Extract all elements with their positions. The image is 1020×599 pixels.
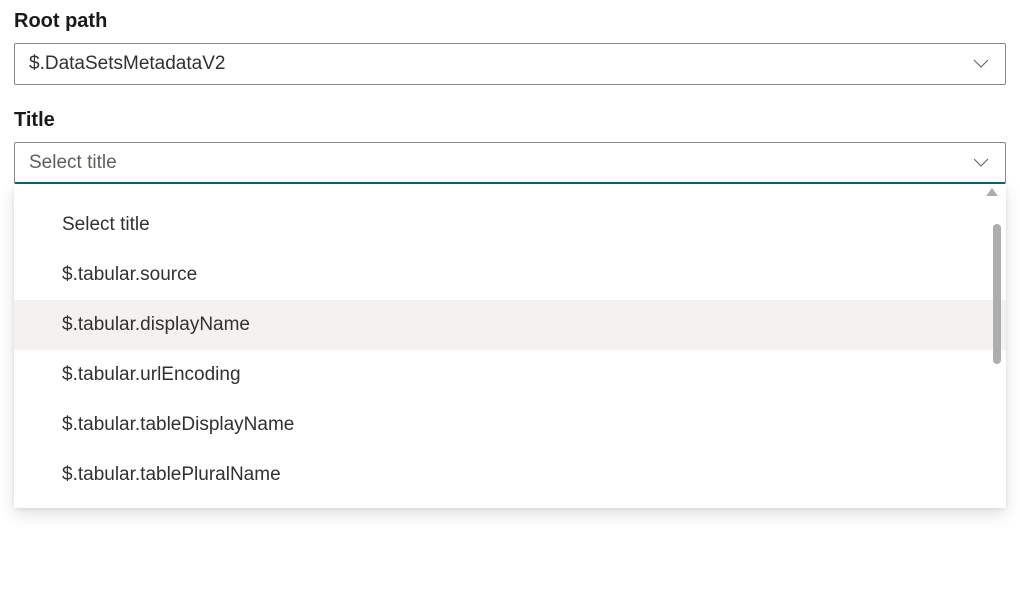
root-path-label: Root path	[14, 10, 1006, 33]
root-path-field: Root path $.DataSetsMetadataV2	[14, 10, 1006, 85]
scrollbar-thumb[interactable]	[993, 224, 1001, 364]
title-dropdown-listbox: Select title $.tabular.source $.tabular.…	[14, 184, 1006, 508]
root-path-value: $.DataSetsMetadataV2	[29, 53, 225, 75]
title-placeholder: Select title	[29, 152, 117, 174]
title-option-tabular-tabledisplayname[interactable]: $.tabular.tableDisplayName	[14, 400, 1006, 450]
title-option-tabular-urlencoding[interactable]: $.tabular.urlEncoding	[14, 350, 1006, 400]
title-option-tabular-displayname[interactable]: $.tabular.displayName	[14, 300, 1006, 350]
title-dropdown[interactable]: Select title	[14, 142, 1006, 184]
title-options-container: Select title $.tabular.source $.tabular.…	[14, 200, 1006, 500]
root-path-dropdown[interactable]: $.DataSetsMetadataV2	[14, 43, 1006, 85]
title-option-tabular-source[interactable]: $.tabular.source	[14, 250, 1006, 300]
scroll-up-indicator[interactable]	[14, 184, 1006, 200]
chevron-down-icon	[971, 153, 991, 173]
title-label: Title	[14, 109, 1006, 132]
chevron-down-icon	[971, 54, 991, 74]
title-option-select-title[interactable]: Select title	[14, 200, 1006, 250]
title-field: Title Select title Select title $.tabula…	[14, 109, 1006, 184]
title-dropdown-wrapper: Select title Select title $.tabular.sour…	[14, 142, 1006, 184]
root-path-dropdown-wrapper: $.DataSetsMetadataV2	[14, 43, 1006, 85]
title-option-tabular-tablepluralname[interactable]: $.tabular.tablePluralName	[14, 450, 1006, 500]
